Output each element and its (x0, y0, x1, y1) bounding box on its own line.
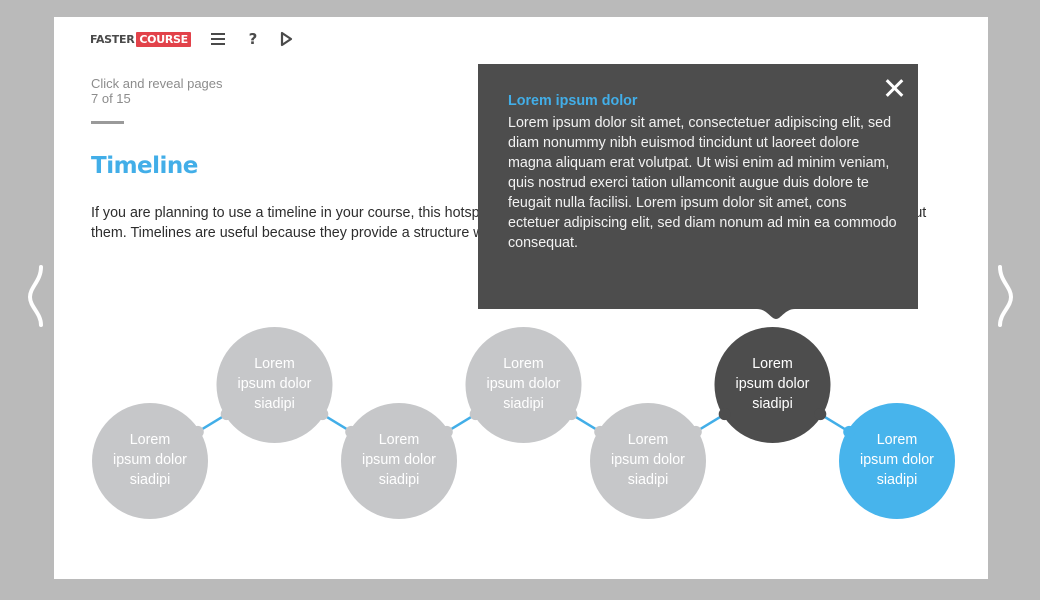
timeline-node-knob (345, 425, 358, 438)
timeline-node-knob (316, 408, 329, 421)
timeline-node-circle[interactable] (465, 327, 582, 443)
info-popup: Lorem ipsum dolor Lorem ipsum dolor sit … (478, 64, 918, 309)
timeline-node-knob (469, 408, 482, 421)
timeline-node-knob (220, 408, 233, 421)
timeline-node-knob (594, 425, 607, 438)
timeline-node-knob (440, 425, 453, 438)
timeline-node-circle[interactable] (714, 327, 831, 443)
timeline-node-circle[interactable] (590, 403, 706, 519)
next-page-button[interactable] (993, 263, 1017, 331)
previous-page-button[interactable] (24, 263, 48, 331)
timeline-node-knob (814, 408, 827, 421)
timeline-node[interactable] (216, 327, 333, 443)
slide-card: FASTER COURSE ? Click and reveal pages 7… (54, 17, 988, 579)
timeline-node-circle[interactable] (341, 403, 457, 519)
chevron-left-icon (27, 265, 43, 327)
close-icon[interactable] (884, 78, 904, 98)
timeline-node-knob (191, 425, 204, 438)
timeline-node-circle[interactable] (92, 403, 208, 519)
chevron-right-icon (998, 265, 1014, 327)
timeline-node[interactable] (839, 403, 955, 519)
timeline-node-circle[interactable] (216, 327, 333, 443)
timeline-node[interactable] (341, 403, 457, 519)
timeline-node-knob (689, 425, 702, 438)
timeline-node-knob (565, 408, 578, 421)
timeline-node-circle[interactable] (839, 403, 955, 519)
popup-body: Lorem ipsum dolor sit amet, consectetuer… (508, 115, 897, 251)
timeline-node[interactable] (92, 403, 208, 519)
popup-title: Lorem ipsum dolor (508, 93, 638, 109)
timeline-node[interactable] (590, 403, 706, 519)
timeline-node-knob (718, 408, 731, 421)
timeline-node[interactable] (465, 327, 582, 443)
timeline-node[interactable] (714, 327, 831, 443)
timeline-node-knob (843, 425, 856, 438)
